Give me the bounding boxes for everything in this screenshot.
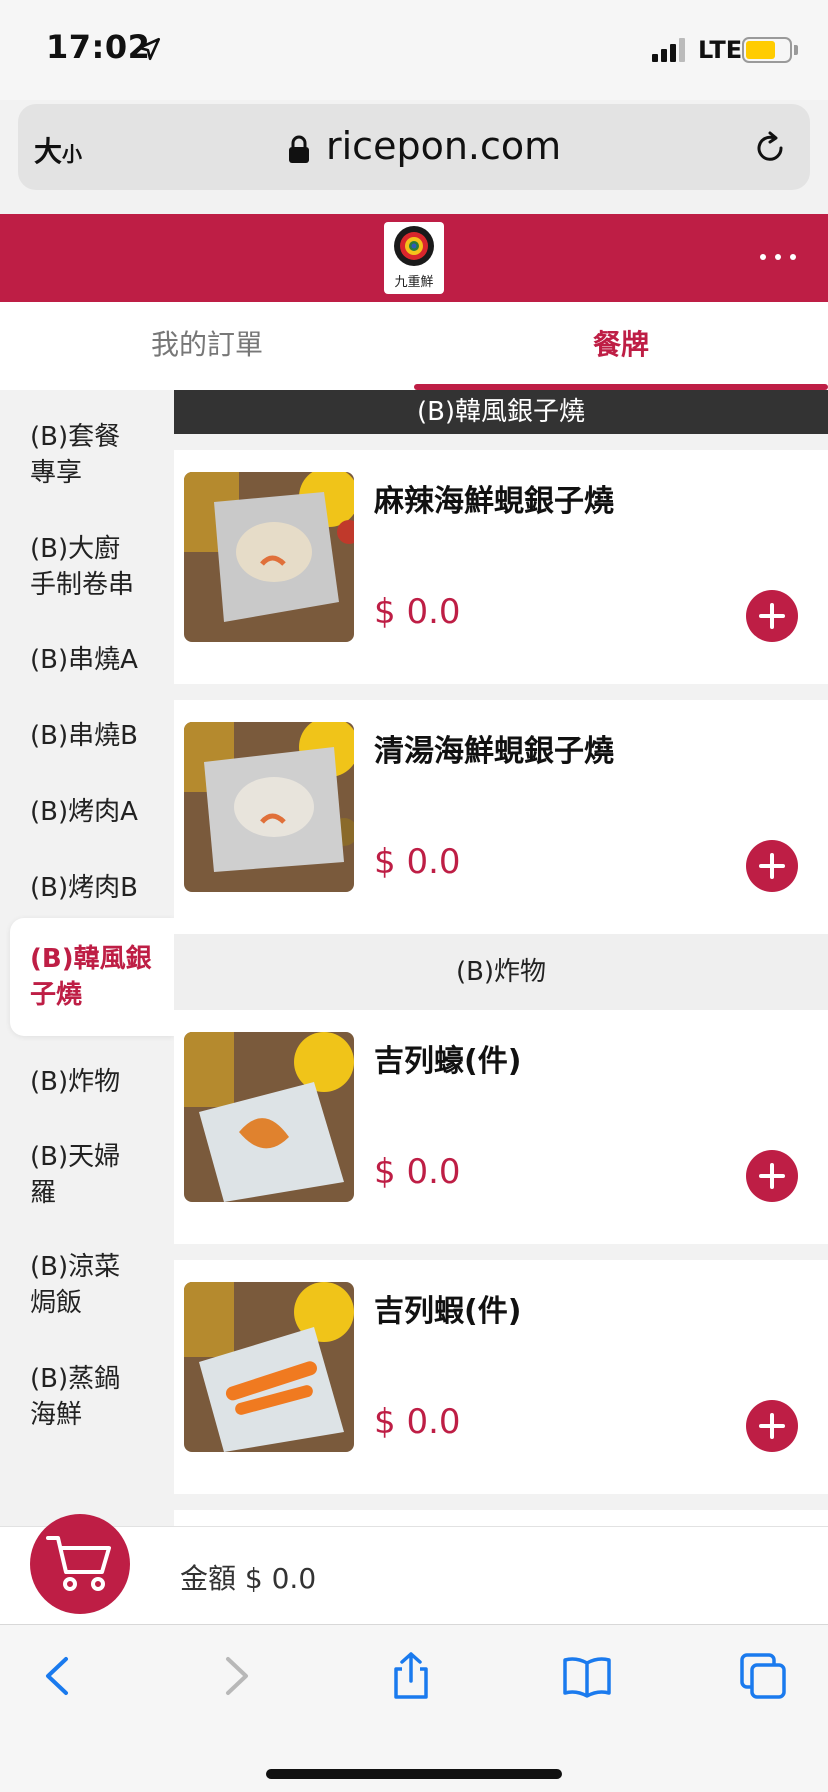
sidebar-item[interactable]: (B)串燒B — [10, 708, 174, 764]
share-icon[interactable] — [386, 1651, 436, 1701]
tabs-icon[interactable] — [738, 1651, 788, 1701]
add-to-cart-button[interactable] — [746, 840, 798, 892]
item-name: 清湯海鮮蜆銀子燒 — [374, 734, 614, 769]
tab-menu[interactable]: 餐牌 — [414, 302, 828, 390]
sidebar-item-label: (B)烤肉A — [30, 797, 138, 827]
menu-item-card[interactable]: 麻辣海鮮蜆銀子燒 $ 0.0 — [174, 450, 828, 684]
forward-icon[interactable] — [210, 1651, 260, 1701]
battery-level — [746, 41, 776, 59]
bookmarks-icon[interactable] — [562, 1651, 612, 1701]
sidebar-item[interactable]: (B)大廚 手制卷串 — [10, 522, 174, 612]
sidebar-item-label: (B)炸物 — [30, 1067, 121, 1097]
food-photo — [184, 722, 354, 892]
app-header: 九重鮮 — [0, 214, 828, 302]
tab-bar: 我的訂單 餐牌 — [0, 302, 828, 390]
category-sidebar: (B)套餐 專享 (B)大廚 手制卷串 (B)串燒A (B)串燒B (B)烤肉A (… — [0, 390, 174, 1526]
sidebar-item[interactable]: (B)炸物 — [10, 1054, 174, 1110]
sidebar-item-label: (B)串燒B — [30, 721, 138, 751]
food-photo — [184, 1282, 354, 1452]
more-dots-icon[interactable] — [760, 250, 796, 264]
url-text[interactable]: ricepon.com — [326, 124, 561, 168]
sidebar-item-label: (B)蒸鍋 海鮮 — [30, 1364, 121, 1430]
reload-icon[interactable] — [752, 130, 788, 166]
sidebar-item[interactable]: (B)烤肉B — [10, 860, 174, 916]
text-size-button[interactable]: 大小 — [34, 130, 82, 170]
food-photo — [184, 1032, 354, 1202]
sidebar-item[interactable]: (B)蒸鍋 海鮮 — [10, 1352, 174, 1442]
section-header: (B)炸物 — [174, 934, 828, 1010]
sidebar-item[interactable]: (B)涼菜 焗飯 — [10, 1240, 174, 1330]
cart-icon — [46, 1536, 111, 1591]
item-price: $ 0.0 — [374, 592, 461, 632]
network-type: LTE — [698, 36, 743, 64]
brand-logo[interactable]: 九重鮮 — [384, 222, 444, 294]
item-price: $ 0.0 — [374, 842, 461, 882]
status-bar: 17:02 LTE — [0, 0, 828, 100]
sidebar-item-active[interactable]: (B)韓風銀 子燒 — [10, 918, 174, 1036]
item-name: 麻辣海鮮蜆銀子燒 — [374, 484, 614, 519]
item-price: $ 0.0 — [374, 1402, 461, 1442]
add-to-cart-button[interactable] — [746, 590, 798, 642]
home-indicator — [266, 1769, 562, 1779]
location-arrow-icon — [137, 37, 161, 61]
battery-icon — [742, 37, 792, 63]
sidebar-item[interactable]: (B)烤肉A — [10, 784, 174, 840]
sidebar-item-label: (B)套餐 專享 — [30, 422, 121, 488]
food-photo — [184, 472, 354, 642]
sidebar-item-label: (B)串燒A — [30, 645, 138, 675]
address-bar[interactable]: 大小 ricepon.com — [18, 104, 810, 190]
sidebar-item-label: (B)大廚 手制卷串 — [30, 534, 135, 600]
sidebar-item-label: (B)天婦羅 — [30, 1142, 121, 1208]
sidebar-item[interactable]: (B)天婦羅 — [10, 1130, 174, 1220]
menu-item-card[interactable]: 吉列蠔(件) $ 0.0 — [174, 1010, 828, 1244]
tab-my-orders[interactable]: 我的訂單 — [0, 302, 414, 390]
logo-text: 九重鮮 — [394, 275, 434, 290]
item-price: $ 0.0 — [374, 1152, 461, 1192]
cart-total: 金額 $ 0.0 — [180, 1562, 317, 1595]
browser-toolbar — [0, 1624, 828, 1792]
item-name: 吉列蝦(件) — [374, 1294, 522, 1329]
battery-tip — [794, 45, 798, 55]
status-time: 17:02 — [46, 28, 151, 66]
menu-item-card[interactable]: 吉列蝦(件) $ 0.0 — [174, 1260, 828, 1494]
add-to-cart-button[interactable] — [746, 1400, 798, 1452]
sidebar-item[interactable]: (B)套餐 專享 — [10, 410, 174, 500]
sidebar-item-label: (B)烤肉B — [30, 873, 138, 903]
sidebar-item[interactable]: (B)串燒A — [10, 632, 174, 688]
lock-icon — [289, 135, 309, 163]
sidebar-item-label: (B)韓風銀 子燒 — [30, 944, 152, 1010]
add-to-cart-button[interactable] — [746, 1150, 798, 1202]
back-icon[interactable] — [34, 1651, 84, 1701]
menu-list: (B)韓風銀子燒 麻辣海鮮蜆銀子燒 $ 0.0 清湯海鮮蜆銀子燒 $ 0.0 (… — [174, 390, 828, 1526]
text-size-small: 小 — [62, 142, 83, 166]
section-header: (B)韓風銀子燒 — [174, 390, 828, 434]
signal-bars-icon — [652, 38, 685, 62]
menu-item-card[interactable]: 清湯海鮮蜆銀子燒 $ 0.0 — [174, 700, 828, 934]
logo-mark-icon — [394, 226, 434, 266]
text-size-big: 大 — [34, 135, 63, 168]
sidebar-item-label: (B)涼菜 焗飯 — [30, 1252, 121, 1318]
menu-item-card[interactable] — [174, 1510, 828, 1526]
item-name: 吉列蠔(件) — [374, 1044, 522, 1079]
cart-button[interactable] — [30, 1514, 130, 1614]
